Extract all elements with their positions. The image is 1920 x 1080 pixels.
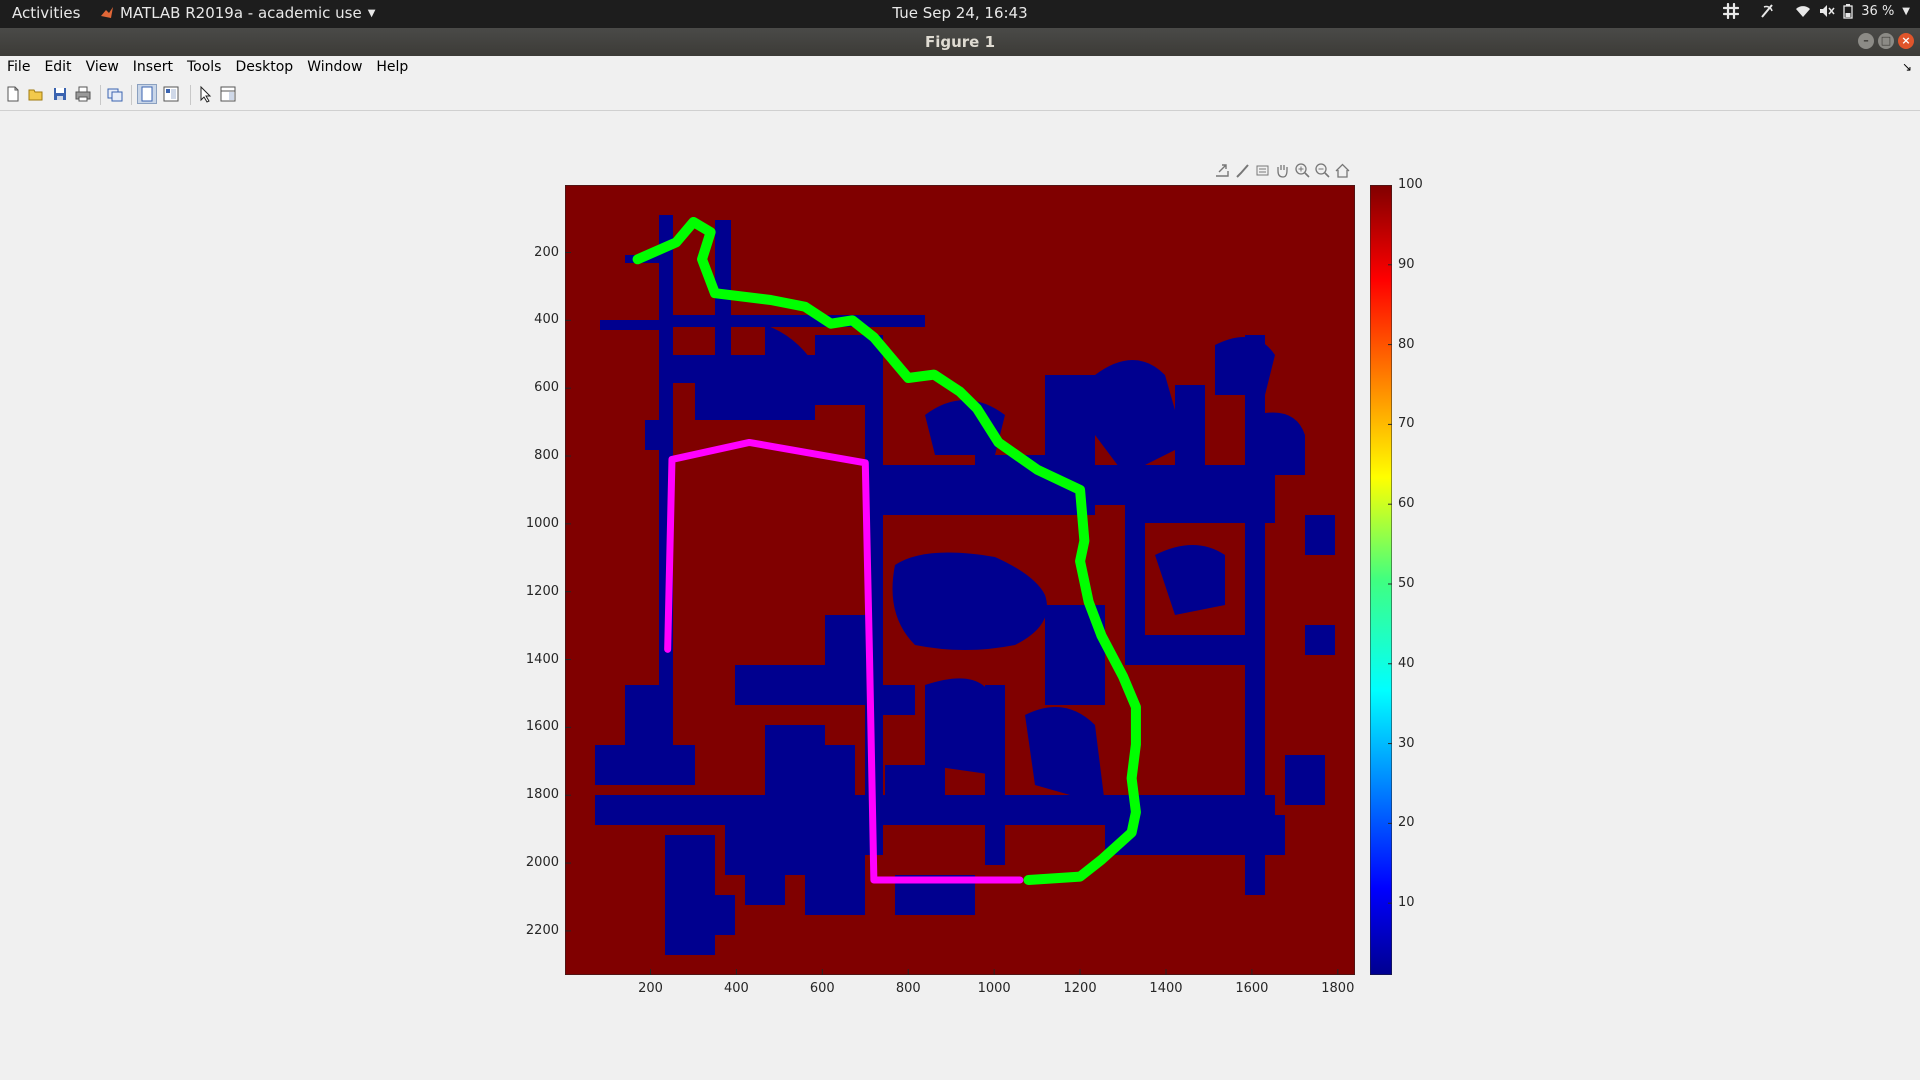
menu-desktop-label: Desktop <box>235 59 294 75</box>
open-file-icon[interactable] <box>27 85 45 103</box>
property-inspector-icon[interactable] <box>219 85 237 103</box>
colorbar-gradient <box>1370 185 1392 975</box>
maximize-button[interactable]: □ <box>1878 33 1894 49</box>
zoom-out-icon[interactable] <box>1314 162 1331 179</box>
colorbar-tick-label: 10 <box>1398 895 1415 911</box>
toolbar-separator <box>100 85 101 105</box>
toolbar-separator <box>131 85 132 105</box>
occupancy-map-axes[interactable] <box>565 185 1355 975</box>
y-tick-label: 200 <box>534 244 559 260</box>
datatip-icon[interactable] <box>1254 162 1271 179</box>
colorbar-tick-label: 90 <box>1398 256 1415 272</box>
toolbar-separator <box>190 85 191 105</box>
chevron-down-icon[interactable]: ▼ <box>1902 6 1910 17</box>
menu-bar: File Edit View Insert Tools Desktop Wind… <box>0 56 1920 80</box>
activities-button[interactable]: Activities <box>12 4 80 22</box>
zoom-in-icon[interactable] <box>1294 162 1311 179</box>
menu-help[interactable]: Help <box>369 56 415 80</box>
y-tick-label: 1400 <box>525 651 559 667</box>
minimize-button[interactable]: – <box>1858 33 1874 49</box>
y-tick-label: 800 <box>534 448 559 464</box>
colorbar-tick-label: 20 <box>1398 815 1415 831</box>
x-tick-label: 200 <box>638 981 663 996</box>
volume-muted-icon[interactable] <box>1819 4 1835 18</box>
menu-file-label: File <box>7 59 31 75</box>
app-menu[interactable]: MATLAB R2019a - academic use ▼ <box>100 4 375 22</box>
x-tick-label: 1200 <box>1063 981 1097 996</box>
dock-figure-icon[interactable]: ↘ <box>1902 60 1912 74</box>
y-tick-label: 1600 <box>525 719 559 735</box>
hide-plot-tools-icon[interactable] <box>137 84 157 104</box>
save-icon[interactable] <box>51 85 69 103</box>
matlab-icon <box>101 7 113 18</box>
x-tick-label: 1000 <box>977 981 1011 996</box>
system-top-bar: Activities MATLAB R2019a - academic use … <box>0 0 1920 28</box>
axes-toolbar <box>1214 162 1351 179</box>
x-tick-label: 400 <box>723 981 749 996</box>
menu-file[interactable]: File <box>0 56 37 80</box>
x-tick-label: 1400 <box>1149 981 1183 996</box>
window-title: Figure 1 <box>924 33 996 51</box>
colorbar-tick-label: 60 <box>1398 496 1415 512</box>
menu-tools-label: Tools <box>186 59 222 75</box>
menu-view[interactable]: View <box>79 56 126 80</box>
battery-icon[interactable] <box>1843 3 1853 19</box>
colorbar-tick-label: 30 <box>1398 735 1415 751</box>
y-tick-label: 1000 <box>525 515 559 531</box>
colorbar-tick-label: 100 <box>1398 177 1423 192</box>
x-tick-label: 600 <box>809 981 835 996</box>
show-plot-tools-icon[interactable] <box>162 85 180 103</box>
chevron-down-icon: ▼ <box>367 7 376 19</box>
colorbar-tick-label: 70 <box>1398 416 1415 432</box>
menu-edit[interactable]: Edit <box>37 56 78 80</box>
system-tray[interactable]: 36 % ▼ <box>1723 3 1910 19</box>
window-controls: – □ × <box>1858 33 1914 49</box>
y-tick-label: 1800 <box>525 787 559 803</box>
close-button[interactable]: × <box>1898 33 1914 49</box>
menu-insert[interactable]: Insert <box>126 56 180 80</box>
x-tick-label: 800 <box>895 981 921 996</box>
window-title-bar[interactable]: Figure 1 – □ × <box>0 28 1920 56</box>
app-menu-label: MATLAB R2019a - academic use <box>120 4 362 22</box>
slack-icon[interactable] <box>1723 3 1740 19</box>
colorbar-tick-label: 40 <box>1398 655 1415 671</box>
battery-percentage: 36 % <box>1861 3 1895 19</box>
menu-desktop[interactable]: Desktop <box>228 56 300 80</box>
menu-help-label: Help <box>376 59 409 75</box>
home-icon[interactable] <box>1334 162 1351 179</box>
colorbar[interactable] <box>1370 185 1392 975</box>
menu-insert-label: Insert <box>132 59 173 75</box>
y-tick-label: 2200 <box>525 922 559 938</box>
menu-tools[interactable]: Tools <box>180 56 229 80</box>
y-tick-label: 1200 <box>525 583 559 599</box>
brush-icon[interactable] <box>1234 162 1251 179</box>
colorbar-tick-label: 50 <box>1398 575 1415 591</box>
wifi-icon[interactable] <box>1795 4 1811 18</box>
pan-icon[interactable] <box>1274 162 1291 179</box>
y-tick-label: 600 <box>534 380 559 396</box>
x-tick-label: 1600 <box>1235 981 1269 996</box>
menu-window-label: Window <box>307 59 363 75</box>
x-tick-label: 1800 <box>1321 981 1355 996</box>
print-icon[interactable] <box>74 85 92 103</box>
menu-edit-label: Edit <box>44 59 72 75</box>
clock-label[interactable]: Tue Sep 24, 16:43 <box>892 4 1027 22</box>
y-tick-label: 400 <box>534 312 559 328</box>
edit-plot-icon[interactable] <box>196 85 214 103</box>
update-icon[interactable] <box>1759 3 1775 19</box>
colorbar-tick-label: 80 <box>1398 336 1415 352</box>
export-icon[interactable] <box>1214 162 1231 179</box>
new-figure-icon[interactable] <box>4 85 22 103</box>
menu-view-label: View <box>85 59 119 75</box>
figure-toolbar <box>0 80 1920 111</box>
link-plot-icon[interactable] <box>106 85 124 103</box>
menu-window[interactable]: Window <box>300 56 369 80</box>
y-tick-label: 2000 <box>525 855 559 871</box>
